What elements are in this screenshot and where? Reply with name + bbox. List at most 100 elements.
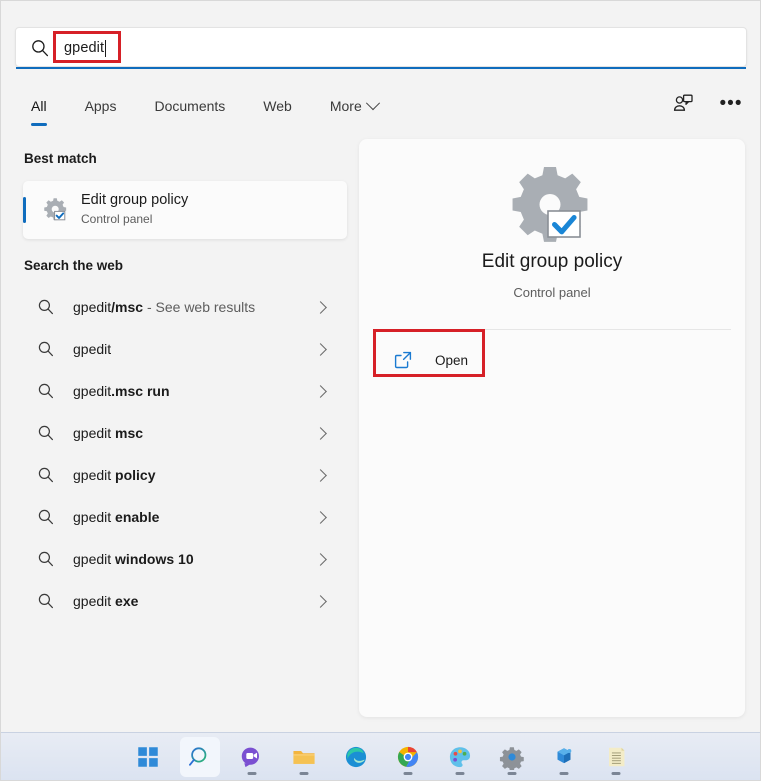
chevron-down-icon — [365, 96, 380, 111]
web-result-label: gpedit windows 10 — [73, 551, 194, 567]
web-result-row[interactable]: gpedit enable — [23, 496, 337, 538]
search-the-web-heading: Search the web — [24, 258, 124, 273]
edge-icon — [345, 746, 366, 767]
web-result-prefix: gpedit — [73, 383, 112, 399]
best-match-title: Edit group policy — [81, 192, 189, 208]
web-result-row[interactable]: gpedit windows 10 — [23, 538, 337, 580]
tab-web[interactable]: Web — [263, 98, 312, 114]
results-column: Best match Edit group policy Control pan… — [1, 131, 359, 733]
search-input[interactable]: gpedit — [64, 28, 107, 68]
running-indicator — [299, 771, 308, 775]
web-result-bold: windows 10 — [115, 551, 194, 567]
chevron-right-icon — [314, 552, 327, 566]
search-icon — [188, 746, 206, 766]
external-link-icon — [394, 351, 412, 369]
store-button[interactable] — [544, 737, 584, 777]
running-indicator — [507, 771, 516, 775]
chrome-button[interactable] — [388, 737, 428, 777]
web-result-label: gpedit enable — [73, 509, 159, 525]
chevron-right-icon — [314, 426, 327, 440]
settings-button[interactable] — [492, 737, 532, 777]
filter-tabs: All Apps Documents Web More — [31, 89, 416, 126]
chevron-right-icon — [314, 300, 327, 314]
open-button[interactable]: Open — [375, 337, 555, 383]
file-explorer-button[interactable] — [284, 737, 324, 777]
web-result-suffix: - See web results — [143, 299, 256, 315]
search-icon — [38, 425, 53, 441]
paint-icon — [449, 746, 470, 767]
search-icon — [38, 593, 53, 609]
web-result-label: gpedit — [73, 341, 111, 357]
search-input-value: gpedit — [64, 40, 105, 56]
tab-web-label: Web — [263, 98, 292, 114]
more-options-icon[interactable]: ••• — [718, 91, 744, 117]
tab-documents[interactable]: Documents — [154, 98, 245, 114]
web-result-row[interactable]: gpedit.msc run — [23, 370, 337, 412]
text-caret — [105, 39, 107, 57]
web-result-label: gpedit.msc run — [73, 383, 170, 399]
tab-all[interactable]: All — [31, 98, 47, 126]
store-icon — [557, 747, 571, 763]
web-result-bold: enable — [115, 509, 160, 525]
running-indicator — [611, 771, 620, 775]
notepad-icon — [608, 747, 624, 766]
windows-search-window: gpedit All Apps Documents Web More ••• B… — [0, 0, 761, 781]
tab-apps[interactable]: Apps — [85, 98, 137, 114]
chevron-right-icon — [314, 342, 327, 356]
web-result-label: gpedit exe — [73, 593, 138, 609]
tab-apps-label: Apps — [84, 98, 117, 114]
web-result-row[interactable]: gpedit policy — [23, 454, 337, 496]
selection-accent-bar — [23, 197, 26, 223]
web-result-prefix: gpedit — [73, 299, 112, 315]
running-indicator — [559, 771, 568, 775]
search-icon — [38, 299, 53, 315]
settings-icon — [499, 746, 524, 770]
search-button[interactable] — [179, 736, 220, 777]
feedback-icon[interactable] — [670, 91, 696, 117]
chrome-icon — [397, 746, 418, 767]
tab-documents-label: Documents — [154, 98, 226, 114]
web-result-label: gpedit/msc - See web results — [73, 299, 255, 315]
web-result-prefix: gpedit — [73, 551, 116, 567]
web-result-prefix: gpedit — [73, 467, 116, 483]
web-result-bold: policy — [115, 467, 156, 483]
search-icon — [38, 383, 53, 399]
chevron-right-icon — [314, 468, 327, 482]
search-icon — [38, 509, 53, 525]
tab-more-label: More — [329, 98, 362, 114]
header-actions: ••• — [670, 89, 744, 119]
web-result-row[interactable]: gpedit — [23, 328, 337, 370]
search-box[interactable]: gpedit — [15, 27, 747, 67]
web-result-prefix: gpedit — [73, 509, 116, 525]
gear-checkbox-icon — [44, 198, 67, 221]
web-result-row[interactable]: gpedit msc — [23, 412, 337, 454]
search-icon — [38, 551, 53, 567]
preview-panel: Edit group policy Control panel Open — [359, 139, 745, 717]
taskbar — [1, 732, 760, 780]
chevron-right-icon — [314, 384, 327, 398]
edge-button[interactable] — [336, 737, 376, 777]
notepad-button[interactable] — [596, 737, 636, 777]
web-result-row[interactable]: gpedit exe — [23, 580, 337, 622]
chat-button[interactable] — [232, 737, 272, 777]
chat-icon — [241, 747, 259, 767]
open-button-label: Open — [435, 352, 469, 368]
taskbar-items — [128, 736, 636, 777]
search-box-underline — [16, 67, 746, 69]
start-button[interactable] — [128, 737, 168, 777]
preview-subtitle: Control panel — [513, 285, 591, 300]
best-match-subtitle: Control panel — [81, 212, 153, 226]
web-results-list: gpedit/msc - See web results gpedit gpedit… — [1, 286, 359, 622]
web-result-row[interactable]: gpedit/msc - See web results — [23, 286, 337, 328]
web-result-label: gpedit msc — [73, 425, 143, 441]
best-match-result[interactable]: Edit group policy Control panel — [23, 181, 347, 239]
running-indicator — [455, 771, 464, 775]
paint-button[interactable] — [440, 737, 480, 777]
web-result-bold: msc — [115, 425, 144, 441]
chevron-right-icon — [314, 594, 327, 608]
web-result-bold: /msc — [111, 299, 144, 315]
search-icon — [38, 467, 53, 483]
tab-more[interactable]: More — [329, 96, 398, 114]
search-icon — [38, 341, 53, 357]
tab-all-label: All — [31, 98, 47, 114]
